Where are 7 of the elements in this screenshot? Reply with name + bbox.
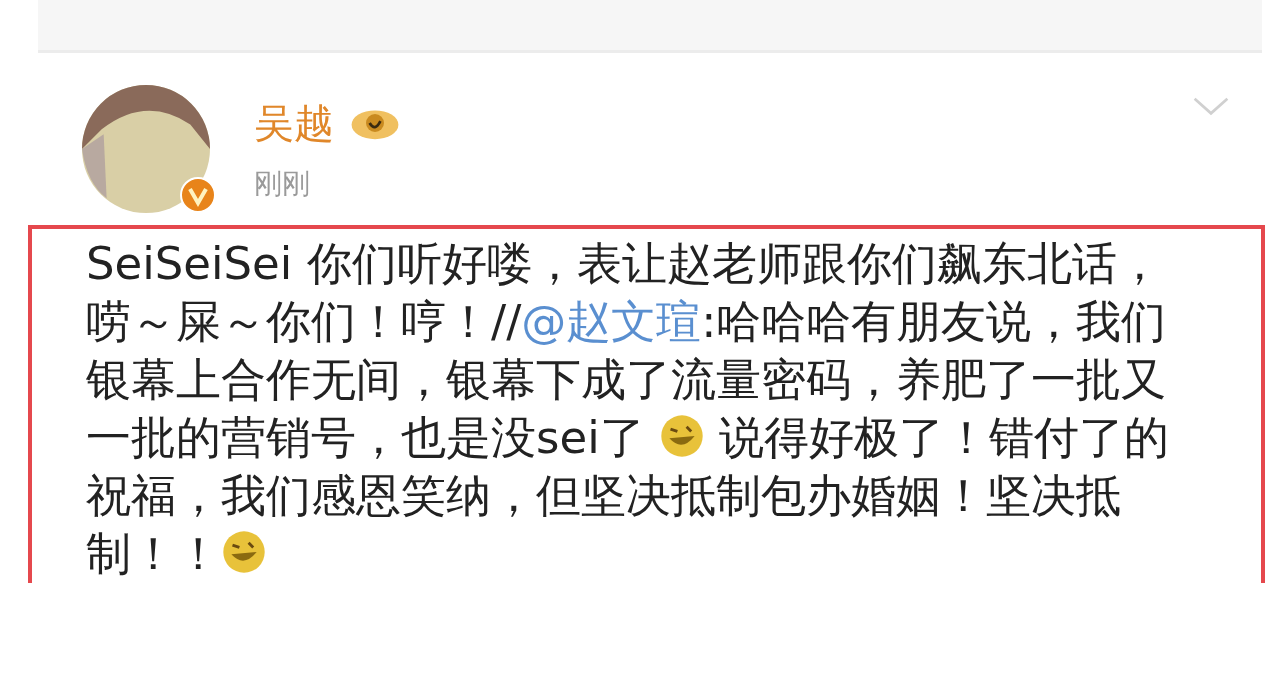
mention-link[interactable]: @赵文瑄 <box>521 295 702 348</box>
laughing-emoji-icon <box>221 529 267 575</box>
avatar[interactable] <box>82 85 210 213</box>
post-time: 刚刚 <box>254 165 311 202</box>
laughing-emoji-icon <box>658 413 705 459</box>
post-text: SeiSeiSei 你们听好喽，表让赵老师跟你们飙东北话，唠～屎～你们！哼！//@赵文瑄:哈哈哈有朋友说，我们银幕上合作无间，银幕下成了流量密码，养肥了一批又一批的营销号，也是没sei了 说得好极了！错付了的祝福，我们感恩笑纳，但坚决抵制包办婚姻！坚决抵制！！ <box>86 236 1171 582</box>
author-name[interactable]: 吴越 <box>254 95 334 151</box>
